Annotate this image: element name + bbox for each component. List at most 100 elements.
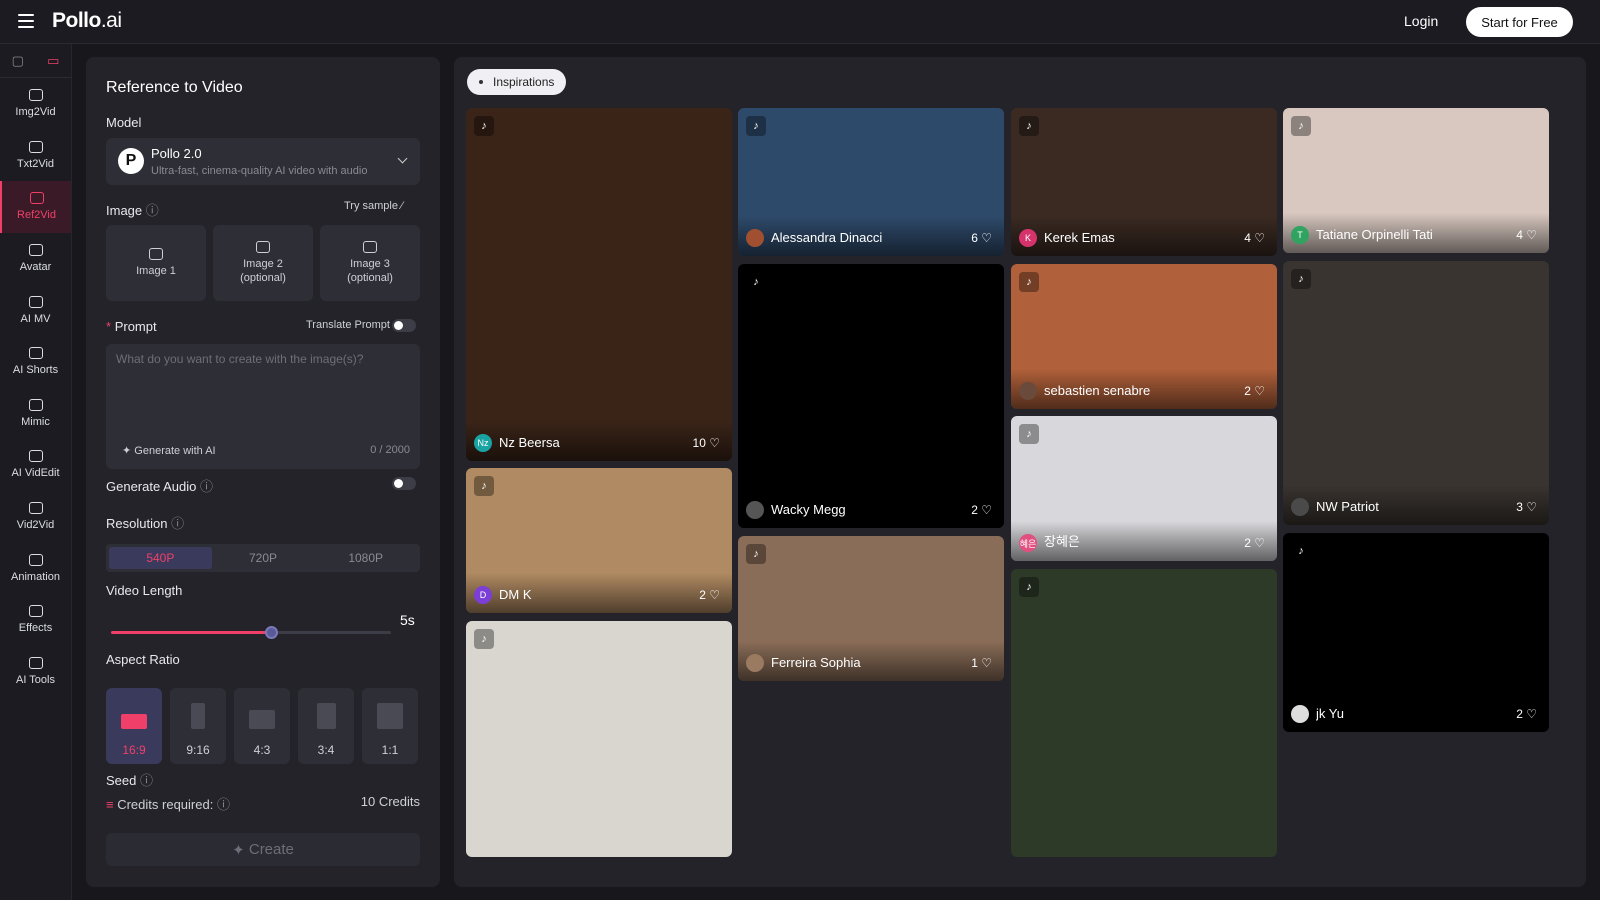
resolution-720p[interactable]: 720P — [212, 547, 315, 569]
card-likes[interactable]: 4 — [1516, 228, 1537, 242]
char-count: 0 / 2000 — [370, 444, 410, 456]
rail-item-effects[interactable]: Effects — [0, 594, 71, 646]
tiktok-icon: ♪ — [1291, 116, 1311, 136]
card-username: Alessandra Dinacci — [771, 230, 883, 245]
logo[interactable]: Pollo.ai — [52, 9, 122, 33]
video-card[interactable]: ♪ Wacky Megg 2 — [738, 264, 1004, 528]
prompt-input[interactable] — [116, 352, 410, 432]
resolution-1080p[interactable]: 1080P — [314, 547, 417, 569]
info-icon: ⓘ — [199, 479, 213, 494]
rail-item-animation[interactable]: Animation — [0, 542, 71, 594]
start-for-free-button[interactable]: Start for Free — [1466, 7, 1573, 37]
video-card[interactable]: ♪ NW Patriot 3 — [1283, 261, 1549, 525]
info-icon: ⓘ — [171, 516, 185, 531]
translate-prompt-toggle[interactable] — [392, 319, 416, 332]
video-mode-icon[interactable]: ▭ — [36, 44, 72, 77]
rail-item-ref2vid[interactable]: Ref2Vid — [0, 181, 71, 233]
generate-audio-toggle[interactable] — [392, 477, 416, 490]
video-card[interactable]: ♪ — [1011, 569, 1277, 857]
card-likes[interactable]: 3 — [1516, 500, 1537, 514]
card-likes[interactable]: 1 — [971, 656, 992, 670]
card-username: Ferreira Sophia — [771, 655, 861, 670]
aspect-shape — [249, 710, 275, 729]
tiktok-icon: ♪ — [1019, 424, 1039, 444]
video-card[interactable]: ♪ T Tatiane Orpinelli Tati 4 — [1283, 108, 1549, 253]
video-card[interactable]: ♪ Alessandra Dinacci 6 — [738, 108, 1004, 256]
aspect-9-16[interactable]: 9:16 — [170, 688, 226, 764]
model-select[interactable]: P Pollo 2.0 Ultra-fast, cinema-quality A… — [106, 138, 420, 185]
aspect-1-1[interactable]: 1:1 — [362, 688, 418, 764]
video-card[interactable]: ♪ jk Yu 2 — [1283, 533, 1549, 732]
video-length-value: 5s — [400, 612, 415, 628]
avatar — [746, 501, 764, 519]
rail-item-vid2vid[interactable]: Vid2Vid — [0, 491, 71, 543]
image-slot-1[interactable]: Image 1 — [106, 225, 206, 301]
required-marker: * — [106, 319, 112, 334]
prompt-box: ✦ Generate with AI 0 / 2000 — [106, 344, 420, 469]
card-username: Wacky Megg — [771, 502, 846, 517]
video-card[interactable]: ♪ 혜은 장혜은 2 — [1011, 416, 1277, 561]
card-likes[interactable]: 4 — [1244, 231, 1265, 245]
resolution-540p[interactable]: 540P — [109, 547, 212, 569]
video-card[interactable]: ♪ Ferreira Sophia 1 — [738, 536, 1004, 681]
card-footer: T Tatiane Orpinelli Tati 4 — [1283, 213, 1549, 253]
aspect-4-3[interactable]: 4:3 — [234, 688, 290, 764]
card-likes[interactable]: 2 — [1244, 536, 1265, 550]
rail-item-txt2vid[interactable]: Txt2Vid — [0, 130, 71, 182]
try-sample-link[interactable]: Try sample ⁄ — [344, 200, 403, 212]
image-slot-label: Image 1 — [136, 265, 176, 277]
rail-item-ai-shorts[interactable]: AI Shorts — [0, 336, 71, 388]
aspect-shape — [316, 703, 336, 729]
resolution-label: Resolution ⓘ — [106, 516, 185, 531]
card-footer: 혜은 장혜은 2 — [1011, 521, 1277, 561]
rail-item-avatar[interactable]: Avatar — [0, 233, 71, 285]
rail-item-label: Avatar — [19, 261, 52, 274]
translate-prompt-label: Translate Prompt — [306, 319, 390, 331]
video-card[interactable]: ♪ K Kerek Emas 4 — [1011, 108, 1277, 256]
card-likes[interactable]: 10 — [693, 436, 720, 450]
card-footer: NW Patriot 3 — [1283, 485, 1549, 525]
feature-icon — [28, 295, 43, 308]
feature-icon — [28, 140, 43, 153]
card-likes[interactable]: 2 — [1244, 384, 1265, 398]
rail-item-label: Animation — [11, 570, 60, 583]
feature-icon — [28, 450, 43, 463]
aspect-3-4[interactable]: 3:4 — [298, 688, 354, 764]
aspect-ratio-label: Aspect Ratio — [106, 652, 180, 667]
rail-item-mimic[interactable]: Mimic — [0, 388, 71, 440]
menu-icon[interactable] — [18, 14, 34, 28]
sparkle-icon: ✦ — [122, 445, 132, 457]
tiktok-icon: ♪ — [1019, 116, 1039, 136]
avatar: D — [474, 586, 492, 604]
generate-with-ai-button[interactable]: ✦ Generate with AI — [122, 444, 216, 457]
rail-item-ai-mv[interactable]: AI MV — [0, 284, 71, 336]
card-likes[interactable]: 2 — [1516, 707, 1537, 721]
rail-item-ai-videdit[interactable]: AI VidEdit — [0, 439, 71, 491]
login-link[interactable]: Login — [1404, 13, 1438, 29]
image-mode-icon[interactable]: ▢ — [0, 44, 36, 77]
rail-item-ai-tools[interactable]: AI Tools — [0, 646, 71, 698]
tiktok-icon: ♪ — [474, 476, 494, 496]
create-button[interactable]: ✦ Create — [106, 833, 420, 866]
aspect-16-9[interactable]: 16:9 — [106, 688, 162, 764]
card-likes[interactable]: 2 — [699, 588, 720, 602]
image-slot-3[interactable]: Image 3 (optional) — [320, 225, 420, 301]
inspirations-gallery: Inspirations ♪ Nz Nz Beersa 10 ♪ D DM K 2 ♪ ♪ Ales… — [454, 57, 1586, 887]
card-footer: Alessandra Dinacci 6 — [738, 216, 1004, 256]
video-card[interactable]: ♪ Nz Nz Beersa 10 — [466, 108, 732, 461]
inspirations-pill[interactable]: Inspirations — [467, 69, 567, 95]
slider-thumb[interactable] — [264, 626, 278, 639]
card-likes[interactable]: 6 — [971, 231, 992, 245]
image-slot-2[interactable]: Image 2 (optional) — [213, 225, 313, 301]
video-card[interactable]: ♪ — [466, 621, 732, 857]
video-length-slider[interactable] — [111, 626, 391, 639]
info-icon: ⓘ — [140, 773, 154, 788]
generate-audio-label: Generate Audio ⓘ — [106, 479, 213, 494]
video-card[interactable]: ♪ sebastien senabre 2 — [1011, 264, 1277, 409]
video-card[interactable]: ♪ D DM K 2 — [466, 468, 732, 613]
card-likes[interactable]: 2 — [971, 503, 992, 517]
card-footer: Ferreira Sophia 1 — [738, 641, 1004, 681]
feature-icon — [28, 605, 43, 618]
card-username: DM K — [499, 587, 532, 602]
rail-item-img2vid[interactable]: Img2Vid — [0, 78, 71, 130]
